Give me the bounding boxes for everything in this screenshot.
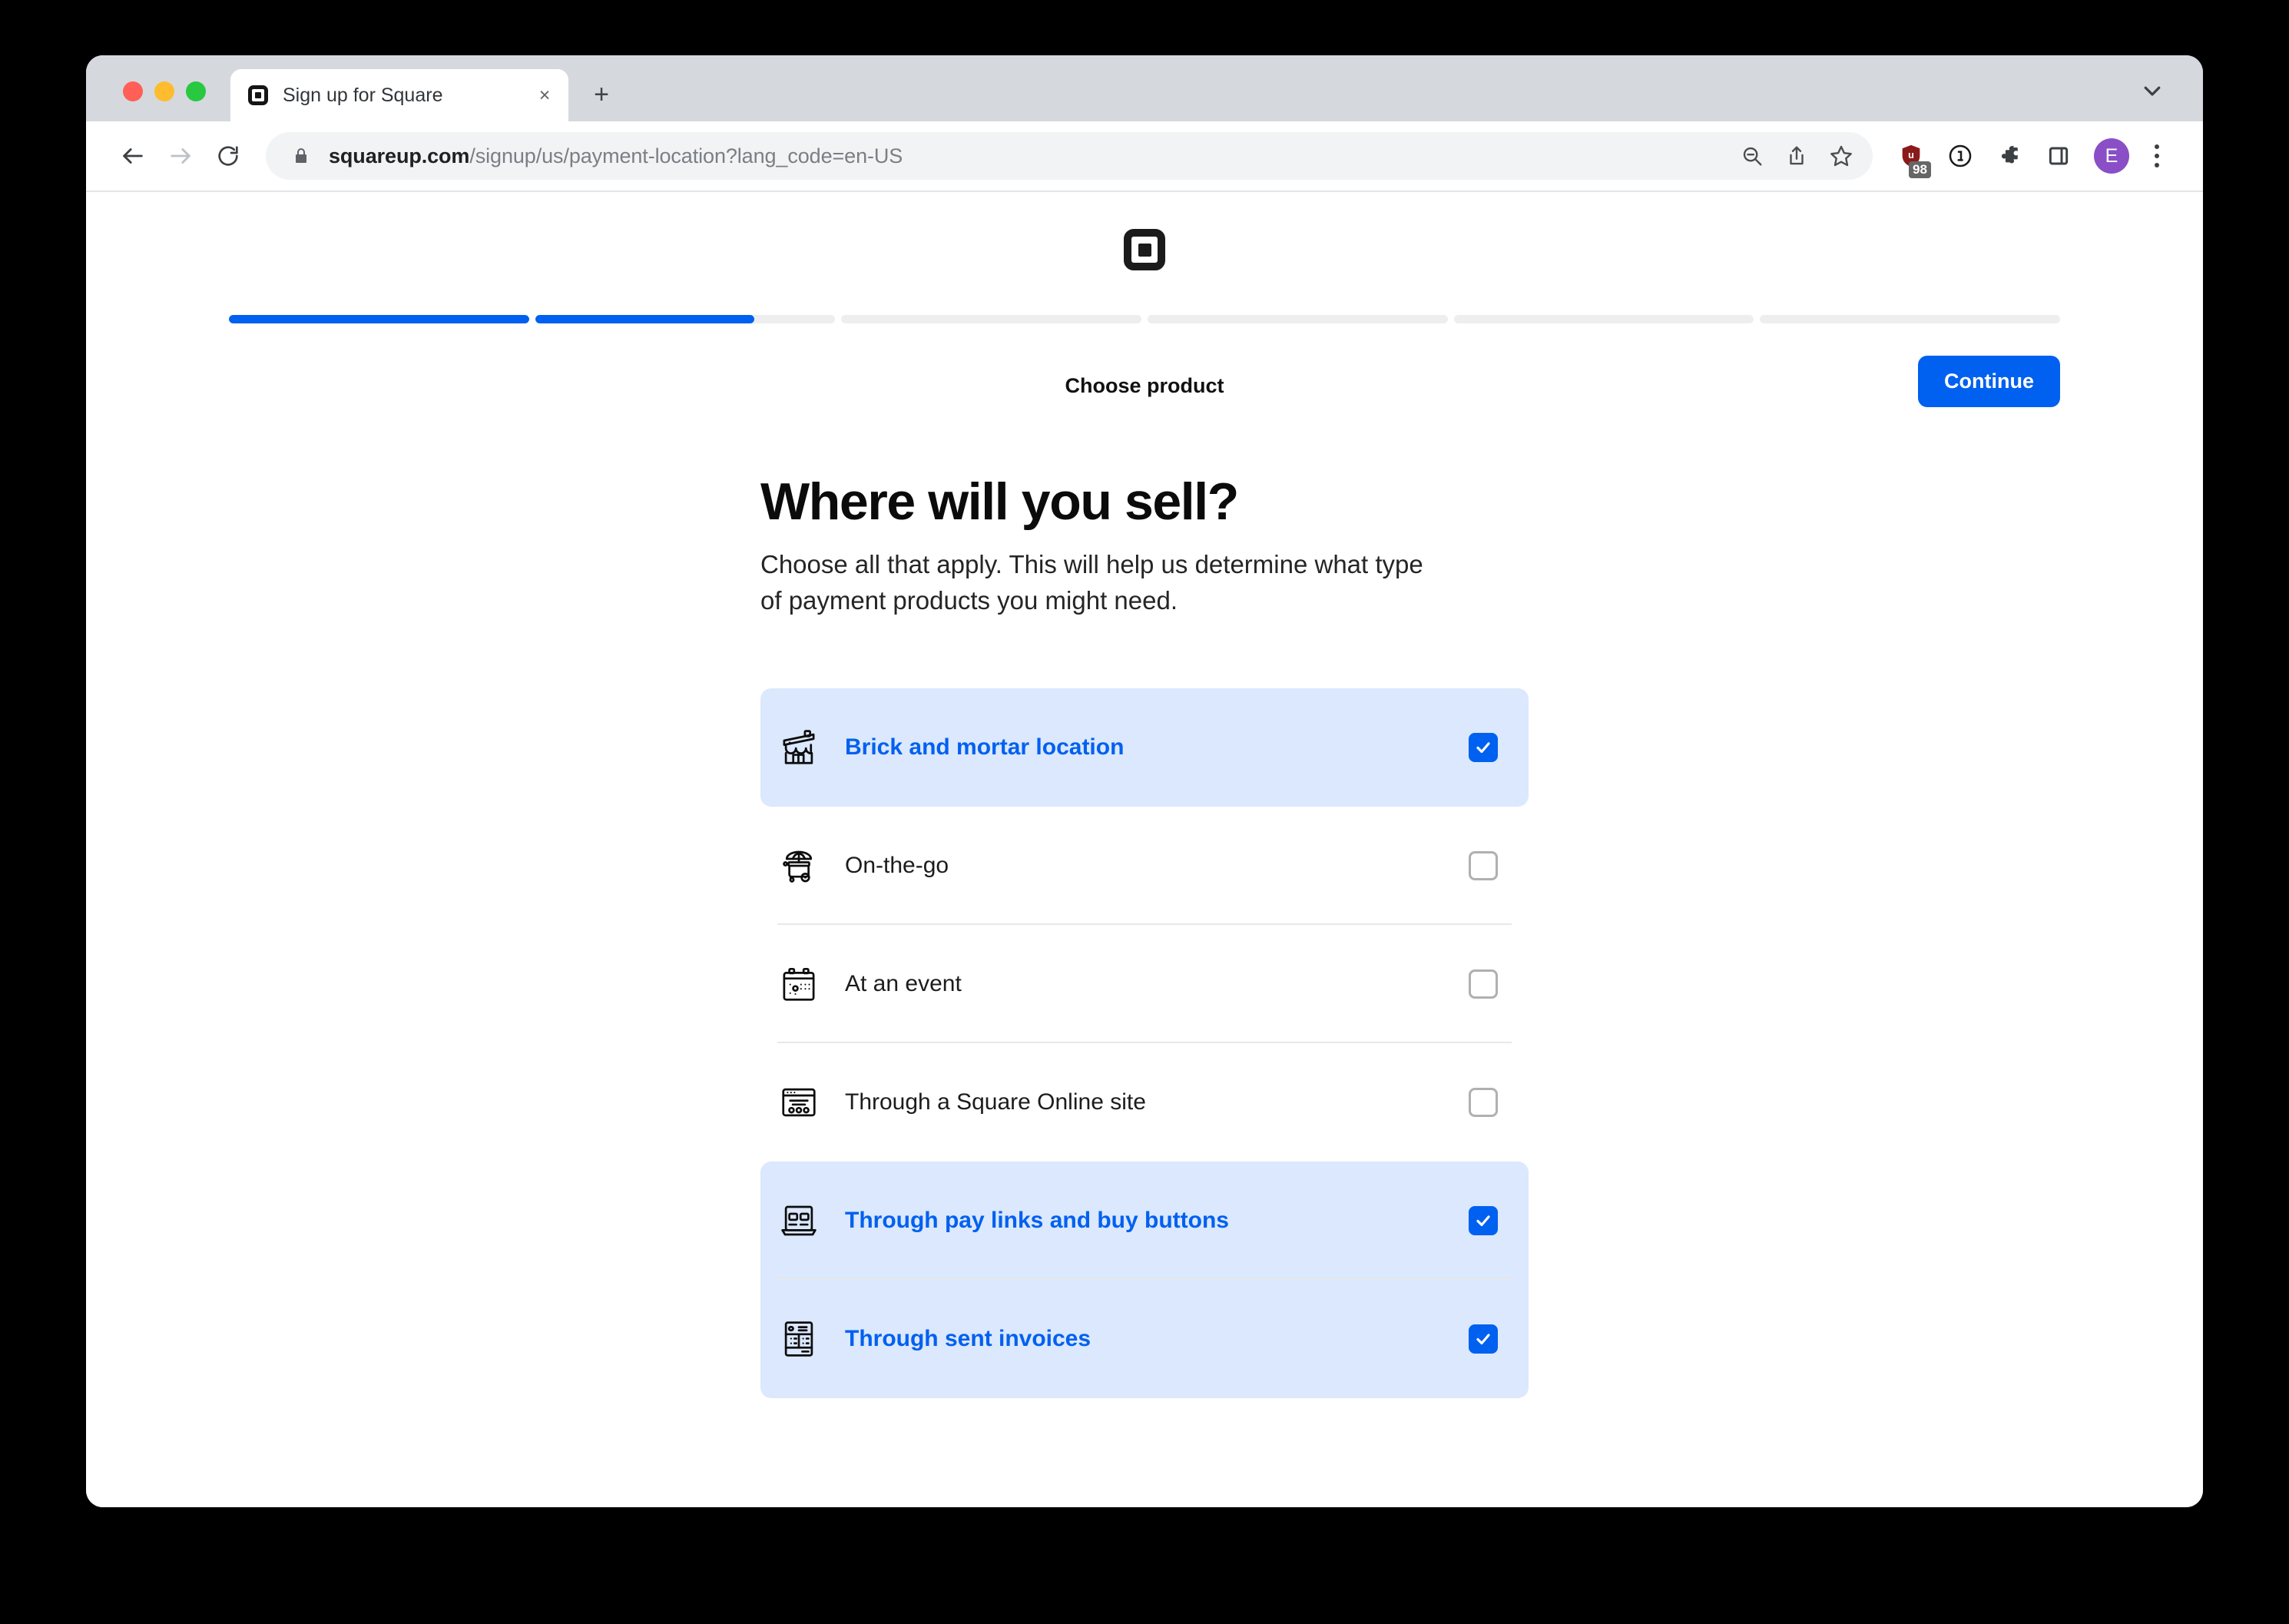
three-dot-menu-icon[interactable] bbox=[2137, 132, 2177, 180]
page-title: Where will you sell? bbox=[760, 472, 1239, 531]
puzzle-piece-icon[interactable] bbox=[1986, 132, 2032, 180]
star-icon[interactable] bbox=[1819, 134, 1863, 178]
tab-strip: Sign up for Square × + bbox=[86, 55, 2203, 121]
option-row-through-sent-invoices[interactable]: Through sent invoices bbox=[760, 1280, 1529, 1399]
side-panel-icon[interactable] bbox=[2036, 132, 2082, 180]
1password-icon[interactable] bbox=[1937, 132, 1983, 180]
browser-tab-sign-up-for-square[interactable]: Sign up for Square × bbox=[230, 69, 568, 121]
minimize-window-button[interactable] bbox=[154, 81, 174, 101]
progress-segment-2 bbox=[535, 315, 836, 323]
option-row-at-an-event[interactable]: At an event bbox=[760, 925, 1529, 1044]
option-label: On-the-go bbox=[845, 853, 949, 879]
option-checkbox[interactable] bbox=[1469, 851, 1498, 881]
option-label: Through pay links and buy buttons bbox=[845, 1208, 1229, 1234]
ublock-shield-icon[interactable]: u 98 bbox=[1888, 132, 1934, 180]
option-label: Through a Square Online site bbox=[845, 1089, 1146, 1115]
url-text: squareup.com/signup/us/payment-location?… bbox=[329, 144, 1730, 168]
continue-button[interactable]: Continue bbox=[1918, 356, 2060, 407]
option-label: Through sent invoices bbox=[845, 1326, 1091, 1352]
calendar-icon bbox=[777, 963, 820, 1006]
step-label: Choose product bbox=[1065, 374, 1224, 397]
step-bar: Choose product Continue bbox=[86, 348, 2203, 433]
browser-toolbar: squareup.com/signup/us/payment-location?… bbox=[86, 121, 2203, 192]
ublock-badge: 98 bbox=[1909, 161, 1931, 178]
brand-logo-wrap bbox=[86, 192, 2203, 270]
close-icon[interactable]: × bbox=[532, 82, 558, 108]
url-path: /signup/us/payment-location?lang_code=en… bbox=[469, 144, 903, 167]
progress-segment-4 bbox=[1148, 315, 1448, 323]
option-checkbox[interactable] bbox=[1469, 733, 1498, 763]
page-subtitle: Choose all that apply. This will help us… bbox=[760, 550, 1423, 615]
food-cart-icon bbox=[777, 844, 820, 887]
sell-location-options: Brick and mortar location On-the-go At a… bbox=[760, 688, 1529, 1399]
option-checkbox[interactable] bbox=[1469, 969, 1498, 999]
option-label: At an event bbox=[845, 971, 962, 997]
option-checkbox[interactable] bbox=[1469, 1324, 1498, 1354]
square-logo-icon bbox=[247, 85, 269, 106]
window-controls bbox=[86, 81, 206, 121]
new-tab-button[interactable]: + bbox=[582, 75, 621, 114]
option-row-brick-and-mortar-location[interactable]: Brick and mortar location bbox=[760, 688, 1529, 807]
option-row-through-pay-links-and-buy-buttons[interactable]: Through pay links and buy buttons bbox=[760, 1162, 1529, 1281]
url-host: squareup.com bbox=[329, 144, 470, 167]
website-window-icon bbox=[777, 1081, 820, 1124]
address-bar[interactable]: squareup.com/signup/us/payment-location?… bbox=[266, 132, 1873, 180]
progress-segment-5 bbox=[1453, 315, 1754, 323]
page-content: Choose product Continue Where will you s… bbox=[86, 192, 2203, 1507]
maximize-window-button[interactable] bbox=[186, 81, 206, 101]
arrow-right-icon[interactable] bbox=[157, 132, 204, 180]
arrow-left-icon[interactable] bbox=[109, 132, 157, 180]
share-icon[interactable] bbox=[1774, 134, 1819, 178]
reload-icon[interactable] bbox=[204, 132, 252, 180]
svg-text:u: u bbox=[1908, 149, 1914, 161]
signup-progress-bar bbox=[229, 315, 2061, 323]
lock-icon bbox=[290, 145, 312, 167]
close-window-button[interactable] bbox=[123, 81, 143, 101]
option-label: Brick and mortar location bbox=[845, 734, 1125, 761]
option-checkbox[interactable] bbox=[1469, 1206, 1498, 1236]
signup-form: Where will you sell? Choose all that app… bbox=[760, 472, 1529, 1399]
chevron-down-icon[interactable] bbox=[2135, 74, 2169, 108]
progress-segment-1 bbox=[229, 315, 529, 323]
laptop-icon bbox=[777, 1199, 820, 1242]
option-checkbox[interactable] bbox=[1469, 1088, 1498, 1118]
option-row-on-the-go[interactable]: On-the-go bbox=[760, 807, 1529, 926]
progress-segment-6 bbox=[1760, 315, 2061, 323]
zoom-out-icon[interactable] bbox=[1730, 134, 1774, 178]
avatar[interactable]: E bbox=[2094, 138, 2129, 174]
tab-title: Sign up for Square bbox=[283, 84, 443, 106]
storefront-icon bbox=[777, 726, 820, 769]
browser-window: Sign up for Square × + squareup.com/sign… bbox=[86, 55, 2203, 1507]
square-logo-icon bbox=[1124, 229, 1165, 270]
progress-segment-3 bbox=[841, 315, 1142, 323]
invoice-icon bbox=[777, 1317, 820, 1361]
option-row-through-a-square-online-site[interactable]: Through a Square Online site bbox=[760, 1043, 1529, 1162]
